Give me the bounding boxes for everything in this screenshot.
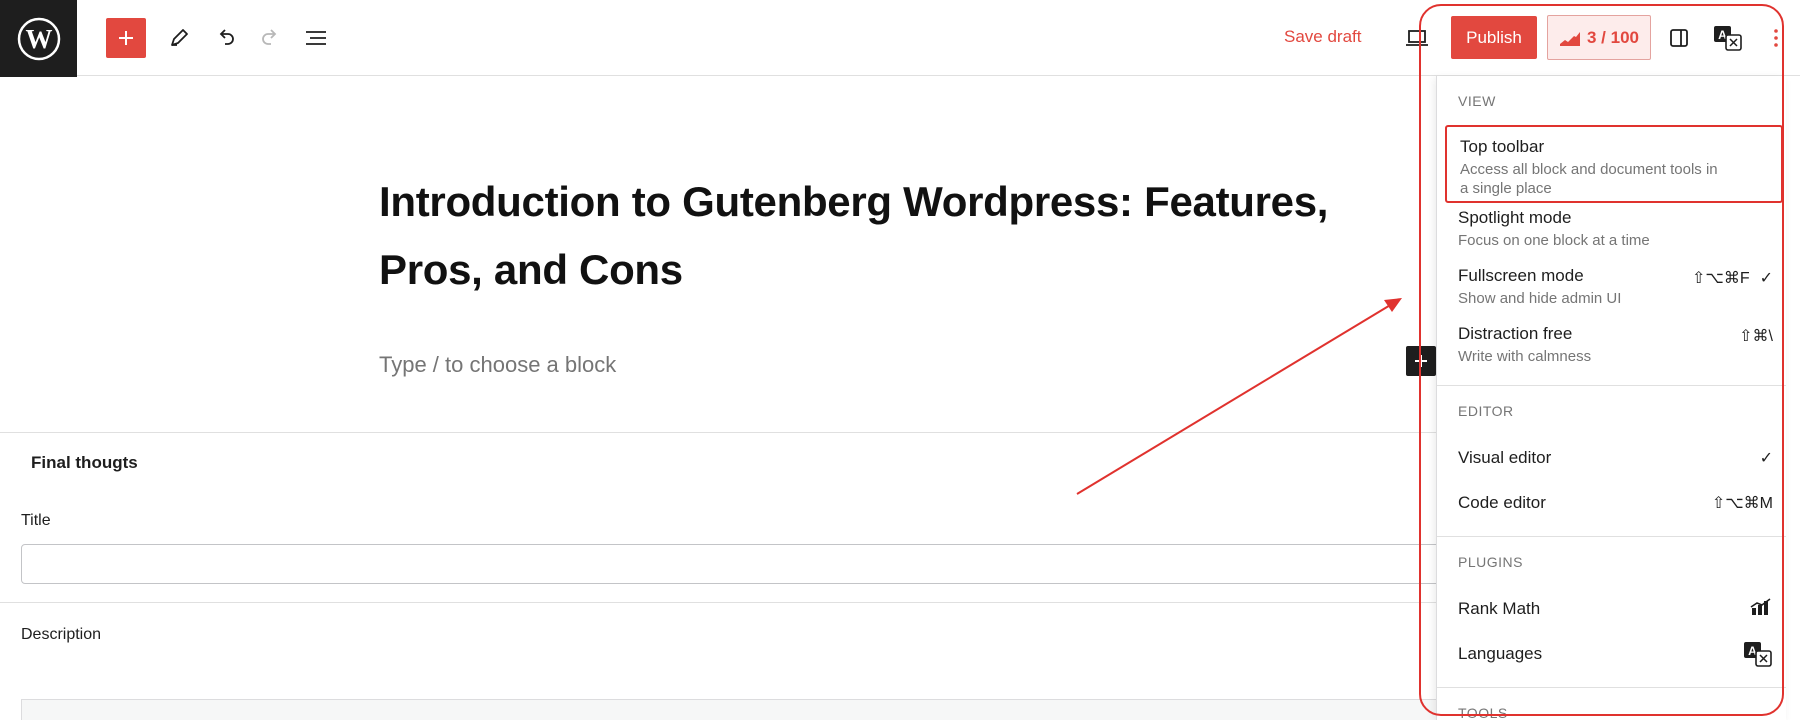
rank-math-score-button[interactable]: 3 / 100 — [1547, 15, 1651, 60]
add-block-button[interactable] — [106, 18, 146, 58]
more-vertical-icon — [1774, 29, 1778, 47]
settings-sidebar-button[interactable] — [1659, 18, 1699, 58]
undo-button[interactable] — [205, 18, 245, 58]
post-title[interactable]: Introduction to Gutenberg Wordpress: Fea… — [379, 168, 1389, 304]
menu-item-spotlight-mode[interactable]: Spotlight mode Focus on one block at a t… — [1445, 208, 1783, 258]
menu-item-label: Distraction free — [1458, 324, 1573, 343]
redo-button[interactable] — [251, 18, 291, 58]
editor-header: W Save draft Publish 3 / 100 A — [0, 0, 1800, 77]
list-view-icon — [306, 31, 326, 45]
check-icon: ✓ — [1759, 450, 1773, 467]
shortcut-text: ⇧⌥⌘F — [1691, 270, 1750, 287]
menu-item-label: Rank Math — [1458, 599, 1541, 618]
menu-item-languages[interactable]: Languages A — [1445, 642, 1783, 674]
sidebar-icon — [1670, 29, 1688, 47]
check-icon: ✓ — [1759, 270, 1773, 287]
rank-math-icon — [1749, 597, 1773, 617]
plus-icon — [1415, 355, 1427, 367]
menu-group-view: VIEW — [1458, 93, 1496, 109]
redo-icon — [262, 29, 277, 45]
undo-icon — [219, 29, 234, 45]
block-placeholder[interactable]: Type / to choose a block — [379, 352, 616, 378]
menu-item-rank-math[interactable]: Rank Math — [1445, 597, 1783, 629]
meta-box: Final thougts Title Description — [0, 432, 1441, 720]
menu-group-plugins: PLUGINS — [1458, 554, 1523, 570]
menu-item-fullscreen-mode[interactable]: Fullscreen mode Show and hide admin UI ⇧… — [1445, 266, 1783, 316]
meta-box-heading[interactable]: Final thougts — [31, 453, 138, 473]
menu-item-shortcut: ⇧⌘\ — [1739, 328, 1773, 345]
save-draft-button[interactable]: Save draft — [1284, 27, 1362, 47]
languages-button[interactable]: A — [1708, 18, 1748, 58]
title-field-label: Title — [21, 512, 51, 529]
preview-button[interactable] — [1397, 18, 1437, 58]
wordpress-logo-icon[interactable]: W — [0, 0, 77, 77]
menu-divider — [1437, 536, 1786, 537]
menu-divider — [1437, 385, 1786, 386]
pencil-icon — [171, 29, 188, 46]
options-dropdown-menu: VIEW Top toolbar Access all block and do… — [1436, 76, 1786, 720]
preview-icon — [1406, 30, 1428, 46]
publish-button[interactable]: Publish — [1451, 16, 1537, 59]
menu-item-description: Focus on one block at a time — [1458, 232, 1650, 249]
languages-icon: A — [1714, 26, 1742, 51]
title-field[interactable] — [21, 544, 1441, 584]
menu-item-description: Access all block and document tools in a… — [1460, 161, 1718, 197]
inline-inserter-button[interactable] — [1406, 346, 1436, 376]
document-overview-button[interactable] — [296, 18, 336, 58]
menu-item-shortcut: ⇧⌥⌘F ✓ — [1692, 268, 1773, 288]
menu-item-label: Visual editor — [1458, 448, 1552, 467]
menu-item-label: Top toolbar — [1460, 137, 1545, 156]
menu-item-label: Languages — [1458, 644, 1543, 663]
description-editor-toolbar[interactable] — [21, 699, 1441, 720]
menu-divider — [1437, 687, 1786, 688]
plus-icon — [119, 31, 133, 45]
menu-item-label: Spotlight mode — [1458, 208, 1572, 227]
options-menu-button[interactable] — [1761, 18, 1791, 58]
menu-item-shortcut: ⇧⌥⌘M — [1711, 495, 1773, 512]
menu-item-visual-editor[interactable]: Visual editor ✓ — [1445, 448, 1783, 478]
svg-text:W: W — [25, 24, 52, 54]
rank-math-icon — [1560, 31, 1580, 46]
menu-item-description: Show and hide admin UI — [1458, 290, 1622, 307]
seo-score: 3 / 100 — [1587, 27, 1639, 47]
menu-item-description: Write with calmness — [1458, 348, 1592, 365]
menu-group-tools: TOOLS — [1458, 705, 1508, 720]
menu-item-distraction-free[interactable]: Distraction free Write with calmness ⇧⌘\ — [1445, 324, 1783, 374]
menu-item-top-toolbar[interactable]: Top toolbar Access all block and documen… — [1445, 125, 1783, 203]
divider — [0, 602, 1436, 603]
description-field-label: Description — [21, 626, 102, 643]
menu-group-editor: EDITOR — [1458, 403, 1514, 419]
tools-button[interactable] — [159, 18, 199, 58]
languages-icon: A — [1743, 640, 1773, 668]
menu-item-code-editor[interactable]: Code editor ⇧⌥⌘M — [1445, 493, 1783, 523]
